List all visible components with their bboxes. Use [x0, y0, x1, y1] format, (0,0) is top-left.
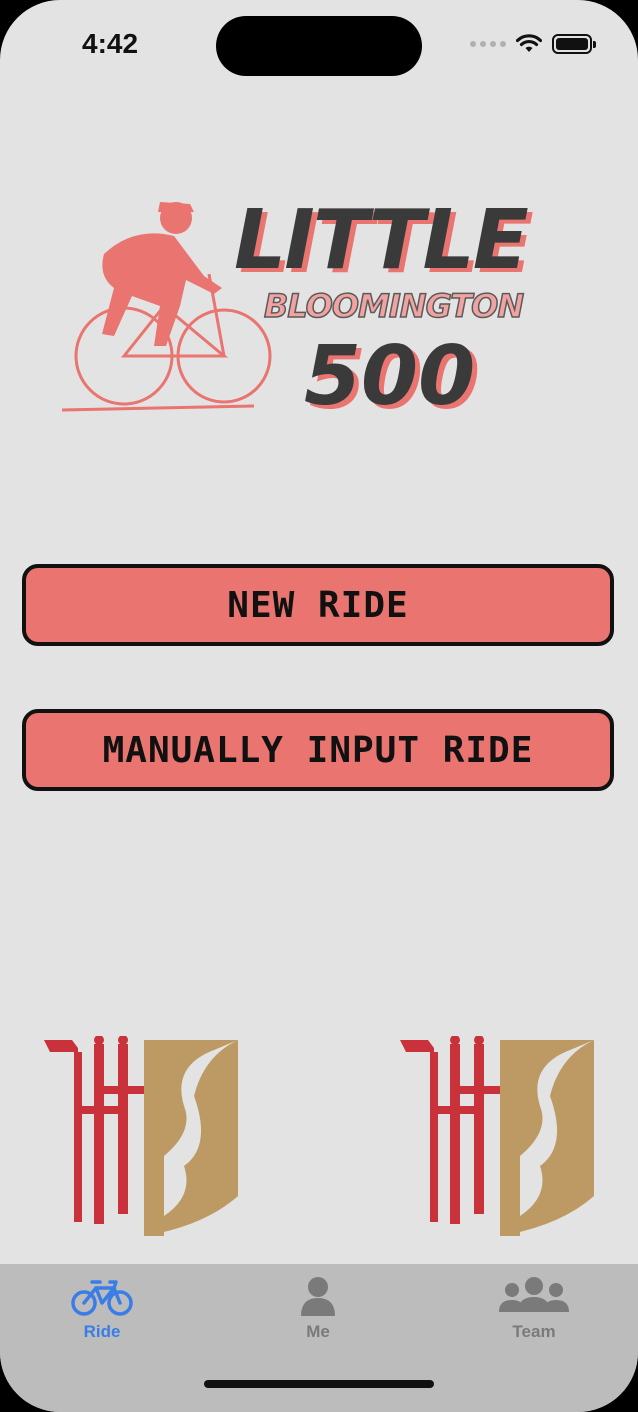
app-screen: 4:42 LITTLE BLOOMINGTON 500 NEW RIDE MAN… — [0, 0, 638, 1412]
person-icon — [301, 1277, 335, 1316]
tab-ride-label: Ride — [83, 1322, 121, 1341]
manual-input-ride-button[interactable]: MANUALLY INPUT RIDE — [22, 709, 614, 791]
tab-me[interactable]: Me — [258, 1276, 378, 1342]
bicycle-icon — [71, 1280, 133, 1316]
tab-me-label: Me — [306, 1322, 330, 1341]
logo-little-text: LITTLE — [234, 193, 529, 288]
tab-ride[interactable]: Ride — [42, 1276, 162, 1342]
logo-500-text: 500 — [304, 329, 476, 424]
status-time: 4:42 — [82, 28, 139, 59]
home-indicator[interactable] — [204, 1380, 434, 1388]
tab-bar: Ride Me Team — [0, 1264, 638, 1412]
little-500-logo: LITTLE BLOOMINGTON 500 — [54, 196, 584, 426]
team-shield-logo — [44, 1036, 238, 1236]
cellular-signal-icon — [470, 41, 506, 47]
new-ride-button[interactable]: NEW RIDE — [22, 564, 614, 646]
battery-icon — [552, 34, 596, 54]
dynamic-island — [216, 16, 422, 76]
wifi-icon — [516, 34, 542, 52]
group-icon — [499, 1277, 569, 1312]
tab-team[interactable]: Team — [474, 1276, 594, 1342]
team-shield-logo — [400, 1036, 594, 1236]
tab-team-label: Team — [512, 1322, 556, 1341]
logo-bloomington-text: BLOOMINGTON — [263, 287, 525, 325]
status-indicators — [470, 34, 596, 54]
